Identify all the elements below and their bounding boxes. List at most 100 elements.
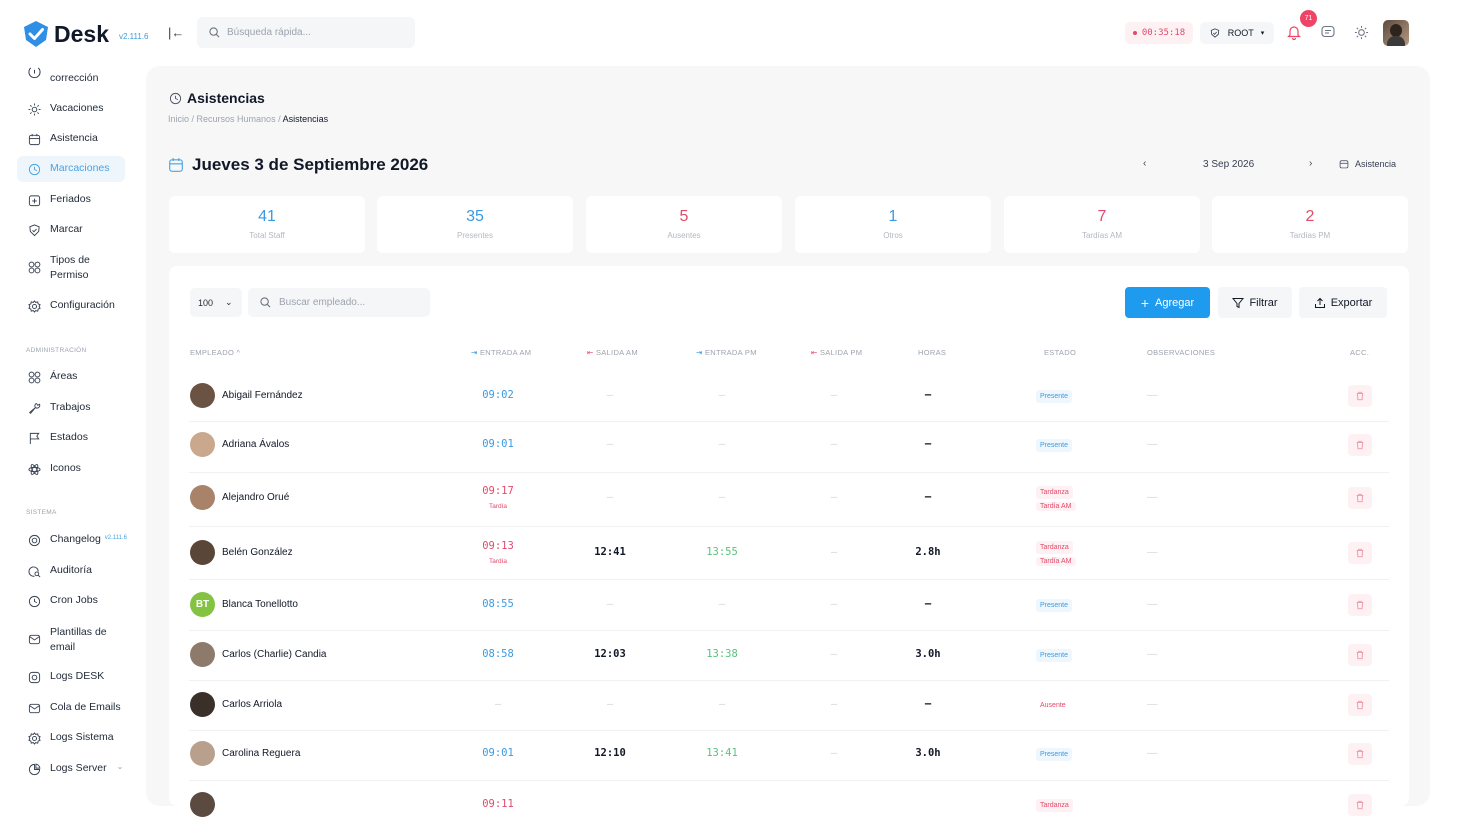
employee-name[interactable]: Belén González (222, 547, 293, 558)
entrada-pm-cell: 13:41 (706, 747, 738, 759)
chat-icon[interactable] (1318, 22, 1338, 42)
atom-icon (27, 462, 41, 476)
session-timer[interactable]: 00:35:18 (1125, 22, 1193, 44)
sidebar-item-plantillas-de-email[interactable]: Plantillas de email (17, 619, 125, 661)
col-header-entrada-am: ⇥ ENTRADA AM (471, 348, 531, 357)
sidebar-item-vacaciones[interactable]: Vacaciones (17, 96, 125, 122)
delete-button[interactable] (1348, 794, 1372, 816)
chevron-down-icon: ⌄ (116, 762, 124, 771)
employee-name[interactable]: Abigail Fernández (222, 390, 303, 401)
calendar-plus-icon (27, 193, 41, 207)
collapse-sidebar-icon[interactable]: |← (168, 25, 184, 40)
sidebar-item-estados[interactable]: Estados (17, 425, 125, 451)
role-selector[interactable]: ROOT ▾ (1200, 22, 1274, 44)
status-badge: Tardanza (1036, 799, 1073, 812)
logo-shield-icon (24, 21, 48, 47)
delete-button[interactable] (1348, 434, 1372, 456)
breadcrumb-current: Asistencias (282, 114, 329, 124)
employee-name[interactable]: Blanca Tonellotto (222, 599, 298, 610)
employee-name[interactable]: Carolina Reguera (222, 748, 300, 759)
sidebar-item-tipos-de-permiso[interactable]: Tipos de Permiso (17, 247, 125, 289)
export-button[interactable]: Exportar (1299, 287, 1387, 318)
timer-value: 00:35:18 (1141, 28, 1186, 38)
filter-icon (1232, 297, 1245, 308)
sidebar-item-trabajos[interactable]: Trabajos (17, 395, 125, 421)
notes-cell: — (1147, 598, 1158, 610)
current-date-label[interactable]: 3 Sep 2026 (1203, 159, 1254, 170)
entrada-pm-cell: — (718, 438, 726, 450)
quick-search-input[interactable]: Búsqueda rápida... (197, 17, 415, 48)
stat-card-tardias-pm: 2 Tardías PM (1212, 196, 1408, 253)
delete-button[interactable] (1348, 385, 1372, 407)
sidebar-item-label: Auditoría (50, 564, 93, 576)
next-day-chevron-icon[interactable]: › (1309, 158, 1312, 169)
sidebar-item-label: Estados (50, 431, 88, 443)
row-divider (189, 579, 1389, 580)
sidebar-item-areas[interactable]: Áreas (17, 364, 125, 390)
row-divider (189, 680, 1389, 681)
search-doc-icon (27, 564, 41, 578)
sidebar-item-cola-de-emails[interactable]: Cola de Emails (17, 695, 125, 721)
flag-icon (27, 431, 41, 445)
add-button[interactable]: + Agregar (1125, 287, 1210, 318)
entrada-am-cell: 09:01 (468, 747, 528, 759)
row-divider (189, 525, 1389, 527)
view-attendance-button[interactable]: Asistencia (1339, 159, 1396, 169)
employee-search-input[interactable]: Buscar empleado... (248, 288, 430, 317)
sidebar-item-configuracion[interactable]: Configuración (17, 293, 125, 319)
trash-icon (1356, 800, 1364, 810)
employee-avatar (190, 741, 215, 766)
delete-button[interactable] (1348, 644, 1372, 666)
sidebar-item-marcaciones[interactable]: Marcaciones (17, 156, 125, 182)
col-header-employee-label: EMPLEADO (190, 348, 235, 357)
employee-name[interactable]: Adriana Ávalos (222, 439, 289, 450)
sidebar-item-marcar[interactable]: Marcar (17, 217, 125, 243)
user-avatar[interactable] (1383, 20, 1409, 46)
sidebar-item-correccion[interactable]: corrección (17, 60, 125, 90)
sidebar-item-label: Áreas (50, 370, 78, 382)
col-header-employee[interactable]: EMPLEADO ^ (190, 348, 240, 357)
upload-icon (1314, 297, 1325, 308)
sidebar-item-iconos[interactable]: Iconos (17, 456, 125, 482)
sidebar-item-auditoria[interactable]: Auditoría (17, 558, 125, 584)
app-logo[interactable]: Desk v2.111.6 (22, 20, 149, 48)
delete-button[interactable] (1348, 542, 1372, 564)
sidebar-item-logs-sistema[interactable]: Logs Sistema (17, 725, 125, 751)
salida-am-cell: — (606, 491, 614, 503)
sidebar-item-label: Cron Jobs (50, 594, 98, 606)
status-sub-badge: Tardía AM (1036, 502, 1076, 511)
breadcrumb: Inicio / Recursos Humanos / Asistencias (168, 114, 329, 124)
add-button-label: Agregar (1155, 296, 1195, 309)
employee-avatar (190, 432, 215, 457)
hours-cell: – (924, 389, 932, 401)
trash-icon (1356, 391, 1364, 401)
entrada-am-time: 09:17 (482, 485, 514, 497)
delete-button[interactable] (1348, 694, 1372, 716)
theme-sun-icon[interactable] (1351, 22, 1371, 42)
breadcrumb-inicio[interactable]: Inicio (168, 114, 189, 124)
salida-am-cell: 12:41 (594, 546, 626, 558)
delete-button[interactable] (1348, 594, 1372, 616)
stat-value: 1 (888, 208, 898, 225)
delete-button[interactable] (1348, 487, 1372, 509)
sidebar-item-logs-desk[interactable]: Logs DESK (17, 664, 125, 690)
page-size-select[interactable]: 100 ⌄ (190, 288, 242, 317)
sidebar-item-logs-server[interactable]: Logs Server ⌄ (17, 756, 125, 782)
status-badge: Presente (1036, 390, 1073, 403)
status-badge: Presente (1036, 599, 1073, 612)
stat-card-presentes: 35 Presentes (377, 196, 573, 253)
col-header-acciones: ACC. (1350, 348, 1370, 357)
breadcrumb-rrhh[interactable]: Recursos Humanos (197, 114, 276, 124)
filter-button[interactable]: Filtrar (1218, 287, 1292, 318)
entrada-am-time: 09:01 (482, 438, 514, 450)
bell-icon[interactable] (1284, 22, 1304, 42)
sidebar-item-asistencia[interactable]: Asistencia (17, 126, 125, 152)
prev-day-chevron-icon[interactable]: ‹ (1143, 158, 1146, 169)
employee-name[interactable]: Carlos (Charlie) Candia (222, 649, 326, 660)
delete-button[interactable] (1348, 743, 1372, 765)
employee-name[interactable]: Carlos Arriola (222, 699, 282, 710)
sidebar-item-changelog[interactable]: Changelog v2.111.6 (17, 527, 127, 553)
sidebar-item-cron-jobs[interactable]: Cron Jobs (17, 588, 125, 614)
employee-name[interactable]: Alejandro Orué (222, 492, 289, 503)
sidebar-item-feriados[interactable]: Feriados (17, 187, 125, 213)
